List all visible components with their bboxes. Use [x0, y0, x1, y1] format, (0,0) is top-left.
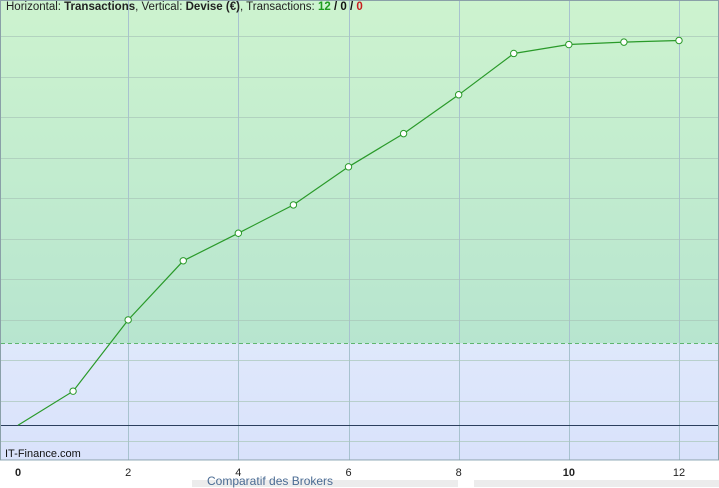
winning-count: 12 [317, 1, 331, 13]
footer-panel [474, 480, 719, 487]
separator: / [330, 1, 341, 13]
losing-count: 0 [356, 1, 363, 13]
transactions-prefix: , Transactions: [239, 1, 318, 13]
x-tick-label: 8 [456, 467, 462, 479]
data-point [179, 257, 187, 265]
chart-header: Horizontal: Transactions, Vertical: Devi… [6, 1, 363, 13]
chart-svg: 0 2 4 6 8 10 12 [0, 0, 719, 487]
x-tick-label: 6 [345, 467, 351, 479]
vertical-axis-value: Devise (€) [185, 1, 240, 13]
data-point [344, 163, 353, 171]
separator: / [346, 1, 357, 13]
horizontal-prefix: Horizontal: [6, 1, 65, 13]
data-point [289, 201, 298, 209]
profit-zone [1, 0, 719, 344]
horizontal-axis-value: Transactions [64, 1, 136, 13]
data-point [234, 229, 243, 237]
data-point [124, 316, 132, 324]
data-point [399, 129, 408, 138]
vertical-prefix: , Vertical: [135, 1, 186, 13]
watermark: IT-Finance.com [5, 448, 81, 460]
brokers-link[interactable]: Comparatif des Brokers [207, 474, 333, 488]
data-point [454, 91, 463, 99]
data-point [69, 387, 77, 395]
x-tick-label: 12 [673, 467, 685, 479]
x-tick-label: 0 [15, 467, 21, 479]
data-point [510, 49, 518, 58]
data-point [620, 38, 628, 46]
data-point [565, 40, 573, 49]
x-tick-label: 2 [125, 467, 131, 479]
x-tick-label: 10 [563, 467, 575, 479]
data-point [675, 36, 683, 45]
chart: 0 2 4 6 8 10 12 Horizontal: Transactions, Vert… [0, 0, 719, 487]
